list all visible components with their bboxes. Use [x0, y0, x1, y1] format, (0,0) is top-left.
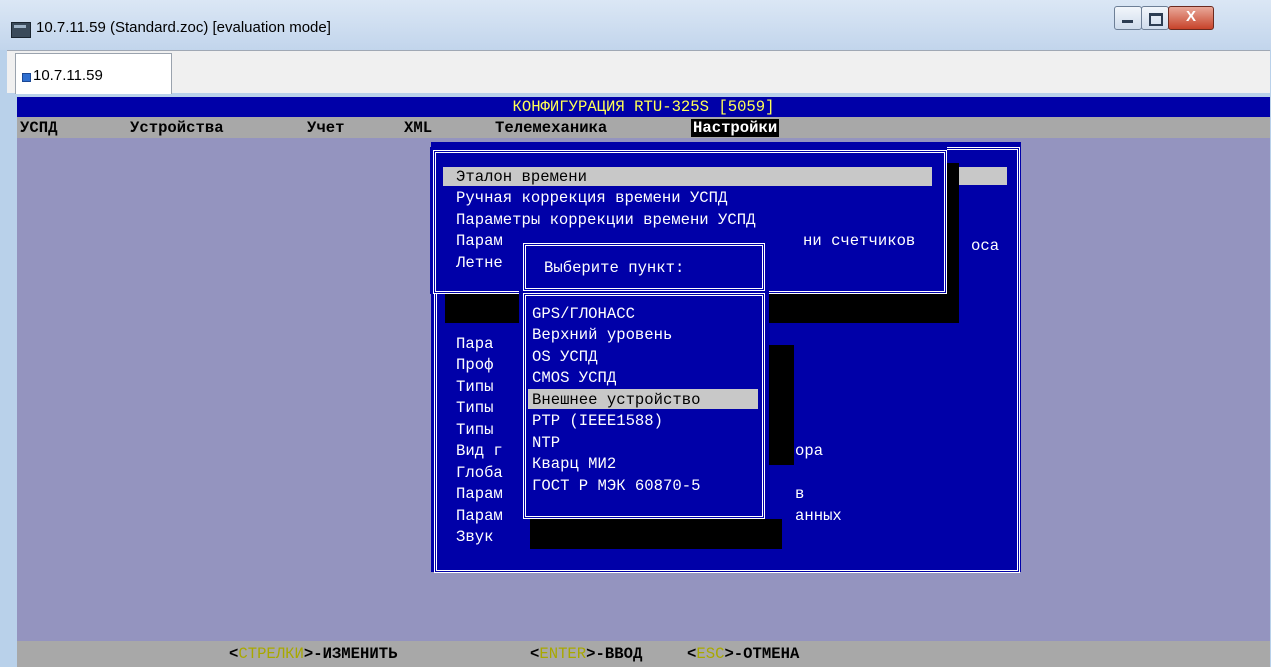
menu-item[interactable]: Парам: [456, 232, 503, 250]
menu-item-tail: ора: [795, 442, 824, 460]
title-bar[interactable]: 10.7.11.59 (Standard.zoc) [evaluation mo…: [0, 0, 1271, 50]
menu-item[interactable]: Типы: [456, 378, 493, 396]
menu-item[interactable]: Пара: [456, 335, 493, 353]
close-icon: X: [1185, 8, 1196, 25]
minimize-button[interactable]: [1114, 6, 1142, 30]
popup-item-selected[interactable]: Внешнее устройство: [532, 391, 700, 409]
popup-item[interactable]: NTP: [532, 434, 560, 452]
terminal-app-icon: [11, 22, 31, 38]
menu-item[interactable]: Типы: [456, 399, 493, 417]
terminal-menu-bar: УСПД Устройства Учет XML Телемеханика На…: [17, 117, 1270, 138]
menu-item[interactable]: Типы: [456, 421, 493, 439]
menu-item-time-standard[interactable]: Эталон времени: [456, 168, 587, 186]
session-tab[interactable]: 10.7.11.59: [15, 53, 172, 94]
menu-xml[interactable]: XML: [404, 119, 432, 137]
menu-uspd[interactable]: УСПД: [20, 119, 57, 137]
menu-item[interactable]: Летне: [456, 254, 503, 272]
terminal-title: КОНФИГУРАЦИЯ RTU-325S [5059]: [512, 98, 775, 116]
menu-item[interactable]: Парам: [456, 485, 503, 503]
hint-arrows: <СТРЕЛКИ>-ИЗМЕНИТЬ: [229, 645, 398, 663]
popup-item[interactable]: GPS/ГЛОНАСС: [532, 305, 635, 323]
popup-item[interactable]: Кварц МИ2: [532, 455, 616, 473]
maximize-button[interactable]: [1141, 6, 1169, 30]
menu-item[interactable]: Параметры коррекции времени УСПД: [456, 211, 755, 229]
session-tab-strip: 10.7.11.59: [7, 50, 1270, 94]
menu-item[interactable]: Проф: [456, 356, 493, 374]
menu-item-tail: в: [795, 485, 805, 503]
hint-key-arrows: СТРЕЛКИ: [238, 645, 304, 663]
maximize-icon: [1149, 13, 1163, 26]
menu-item[interactable]: Звук: [456, 528, 493, 546]
popup-item[interactable]: PTP (IEEE1588): [532, 412, 663, 430]
popup-prompt: Выберите пункт:: [544, 259, 685, 277]
menu-settings[interactable]: Настройки: [691, 119, 780, 137]
close-button[interactable]: X: [1168, 6, 1214, 30]
menu-accounting[interactable]: Учет: [307, 119, 344, 137]
popup-item[interactable]: CMOS УСПД: [532, 369, 616, 387]
app-window: 10.7.11.59 (Standard.zoc) [evaluation mo…: [0, 0, 1271, 667]
menu-item[interactable]: Ручная коррекция времени УСПД: [456, 189, 727, 207]
menu-item[interactable]: Парам: [456, 507, 503, 525]
hint-key-esc: ESC: [696, 645, 725, 663]
popup-item[interactable]: ГОСТ Р МЭК 60870-5: [532, 477, 700, 495]
popup-item[interactable]: Верхний уровень: [532, 326, 672, 344]
session-tab-label: 10.7.11.59: [33, 67, 103, 84]
hint-esc: <ESC>-ОТМЕНА: [687, 645, 800, 663]
popup-item[interactable]: OS УСПД: [532, 348, 598, 366]
minimize-icon: [1122, 20, 1133, 23]
menu-item-tail: ни счетчиков: [803, 232, 916, 250]
hint-key-enter: ENTER: [539, 645, 587, 663]
menu-item-tail: оса: [971, 237, 1000, 255]
menu-devices[interactable]: Устройства: [130, 119, 224, 137]
highlight-tail: [952, 167, 1007, 185]
menu-telemechanics[interactable]: Телемеханика: [495, 119, 607, 137]
session-status-icon: [22, 73, 31, 82]
hint-enter: <ENTER>-ВВОД: [530, 645, 643, 663]
shadow-bottom: [530, 519, 782, 549]
menu-item[interactable]: Глоба: [456, 464, 503, 482]
hint-bar: <СТРЕЛКИ>-ИЗМЕНИТЬ <ENTER>-ВВОД <ESC>-ОТ…: [17, 641, 1270, 667]
terminal-screen[interactable]: КОНФИГУРАЦИЯ RTU-325S [5059] УСПД Устрой…: [17, 97, 1270, 667]
menu-item-tail: анных: [795, 507, 842, 525]
window-title: 10.7.11.59 (Standard.zoc) [evaluation mo…: [36, 19, 331, 36]
terminal-title-bar: КОНФИГУРАЦИЯ RTU-325S [5059]: [17, 97, 1270, 117]
menu-item[interactable]: Вид г: [456, 442, 503, 460]
